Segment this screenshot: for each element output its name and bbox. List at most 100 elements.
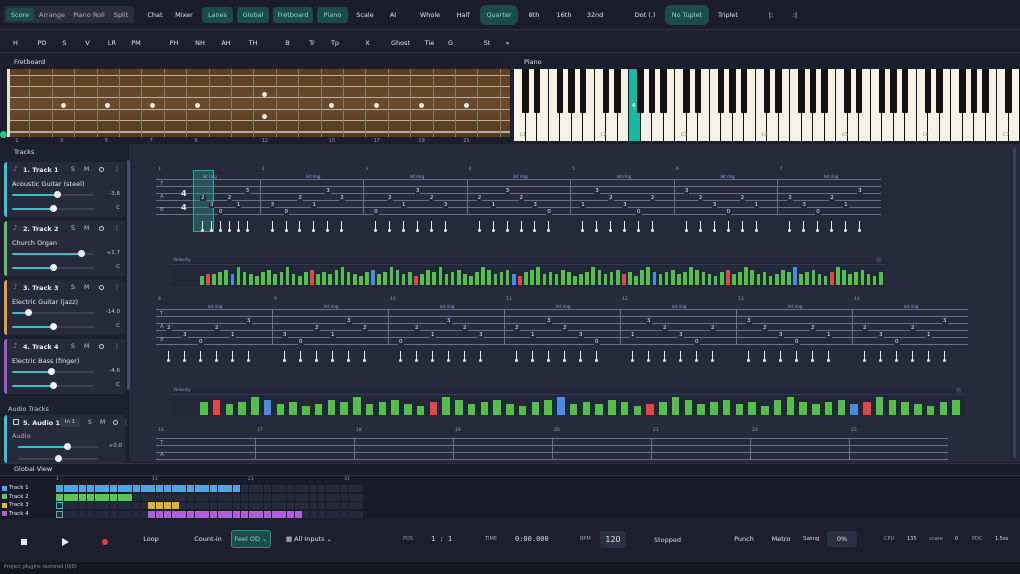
global-clip[interactable] xyxy=(71,485,79,492)
global-cell[interactable] xyxy=(356,502,364,509)
volume-knob[interactable] xyxy=(47,368,55,375)
velocity-bar[interactable] xyxy=(291,274,296,285)
velocity-bar[interactable] xyxy=(850,404,858,415)
velocity-bar[interactable] xyxy=(236,267,241,285)
technique-button[interactable]: PO xyxy=(32,36,52,49)
repeat-start-button[interactable]: |: xyxy=(766,8,776,22)
duration-whole[interactable]: Whole xyxy=(418,8,442,22)
input-select[interactable]: ▦ All Inputs ⌄ xyxy=(285,533,333,545)
velocity-bar[interactable] xyxy=(582,401,591,415)
global-clip[interactable] xyxy=(194,485,202,492)
tab-fret-number[interactable]: 2 xyxy=(297,195,303,201)
velocity-bar[interactable] xyxy=(480,401,489,415)
global-cell[interactable] xyxy=(294,493,302,501)
tab-fret-number[interactable]: 2 xyxy=(608,195,614,201)
global-clip[interactable] xyxy=(56,485,63,492)
global-clip[interactable] xyxy=(171,502,179,509)
velocity-bar[interactable] xyxy=(322,271,326,285)
duration-quarter[interactable]: Quarter xyxy=(480,5,518,25)
global-clip[interactable] xyxy=(210,485,217,492)
velocity-bar[interactable] xyxy=(225,404,234,415)
global-cell[interactable] xyxy=(163,493,171,501)
velocity-bar[interactable] xyxy=(518,276,522,285)
velocity-lane[interactable]: Velocity – xyxy=(170,387,965,417)
mixer-toggle[interactable]: Mixer xyxy=(172,8,196,22)
velocity-bar[interactable] xyxy=(401,274,406,285)
technique-button[interactable]: G xyxy=(443,36,458,49)
piano-black-key[interactable] xyxy=(660,69,667,113)
velocity-bar[interactable] xyxy=(530,269,534,285)
technique-button[interactable]: AH xyxy=(216,36,236,49)
global-clip[interactable] xyxy=(171,510,179,518)
velocity-bar[interactable] xyxy=(781,269,785,285)
piano-black-key[interactable] xyxy=(855,69,863,113)
velocity-bar[interactable] xyxy=(622,274,626,285)
global-row-label[interactable]: Track 4 xyxy=(2,511,29,517)
mute-button[interactable]: M xyxy=(84,166,89,173)
velocity-bar[interactable] xyxy=(429,401,438,415)
volume-slider[interactable] xyxy=(12,368,94,375)
technique-button[interactable]: Tie xyxy=(417,36,442,49)
velocity-bar[interactable] xyxy=(279,271,284,285)
tab-fret-number[interactable]: 3 xyxy=(282,332,288,338)
global-clip[interactable] xyxy=(125,493,133,501)
velocity-bar[interactable] xyxy=(732,274,736,285)
velocity-bar[interactable] xyxy=(926,406,935,415)
scale-toggle[interactable]: Scale xyxy=(354,8,376,22)
tab-fret-number[interactable]: 3 xyxy=(878,332,884,338)
global-cell[interactable] xyxy=(202,493,210,501)
velocity-bar[interactable] xyxy=(416,406,425,415)
solo-button[interactable]: S xyxy=(71,225,75,232)
piano-black-key[interactable] xyxy=(924,69,932,113)
global-clip[interactable] xyxy=(279,510,287,518)
velocity-bar[interactable] xyxy=(302,406,310,415)
velocity-bar[interactable] xyxy=(524,271,528,285)
global-row-label[interactable]: Track 1 xyxy=(2,485,29,491)
velocity-bar[interactable] xyxy=(328,274,333,285)
tab-fret-number[interactable]: 0 xyxy=(636,209,642,215)
global-clip[interactable] xyxy=(109,485,117,492)
mute-button[interactable]: M xyxy=(84,284,89,291)
fretboard-neck[interactable] xyxy=(7,69,510,137)
piano-black-key[interactable] xyxy=(890,69,897,113)
velocity-bar[interactable] xyxy=(597,269,602,285)
global-cell[interactable] xyxy=(240,485,248,492)
velocity-bar[interactable] xyxy=(554,274,559,285)
velocity-bar[interactable] xyxy=(836,267,840,285)
lanes-toggle[interactable]: Lanes xyxy=(202,7,233,23)
global-clip[interactable] xyxy=(240,510,248,518)
velocity-bar[interactable] xyxy=(595,404,603,415)
piano-black-key[interactable] xyxy=(522,69,529,113)
tab-fret-number[interactable]: 0 xyxy=(794,339,800,345)
global-clip[interactable] xyxy=(287,510,294,518)
tuplet-select[interactable]: No Tuplet xyxy=(665,5,709,25)
global-cell[interactable] xyxy=(310,485,318,492)
velocity-bar[interactable] xyxy=(823,276,828,285)
velocity-bar[interactable] xyxy=(248,274,253,285)
velocity-bar[interactable] xyxy=(442,397,450,415)
tab-fret-number[interactable]: 2 xyxy=(514,325,520,331)
velocity-bar[interactable] xyxy=(359,276,363,285)
global-cell[interactable] xyxy=(233,502,241,509)
global-clip[interactable] xyxy=(148,510,156,518)
pan-slider[interactable] xyxy=(12,382,94,389)
global-cell[interactable] xyxy=(133,493,140,501)
global-cell[interactable] xyxy=(271,502,279,509)
piano-black-key[interactable] xyxy=(821,69,828,113)
velocity-bar[interactable] xyxy=(316,274,320,285)
tab-fret-number[interactable]: 0 xyxy=(725,209,732,215)
velocity-bar[interactable] xyxy=(511,274,516,285)
global-cell[interactable] xyxy=(263,502,271,509)
technique-button[interactable]: V xyxy=(80,36,95,49)
global-toggle[interactable]: Global xyxy=(237,7,269,23)
piano-black-key[interactable] xyxy=(740,69,748,113)
velocity-bar[interactable] xyxy=(377,274,382,285)
track-card[interactable]: ♪ 3. Track 3 S M ⋮ Electric Guitar (jazz) -14.… xyxy=(4,280,125,335)
repeat-end-button[interactable]: :| xyxy=(790,8,800,22)
global-cell[interactable] xyxy=(356,485,364,492)
velocity-bar[interactable] xyxy=(334,269,339,285)
global-clip[interactable] xyxy=(156,510,164,518)
velocity-bar[interactable] xyxy=(218,271,222,285)
velocity-bar[interactable] xyxy=(557,397,565,415)
velocity-bar[interactable] xyxy=(628,271,632,285)
